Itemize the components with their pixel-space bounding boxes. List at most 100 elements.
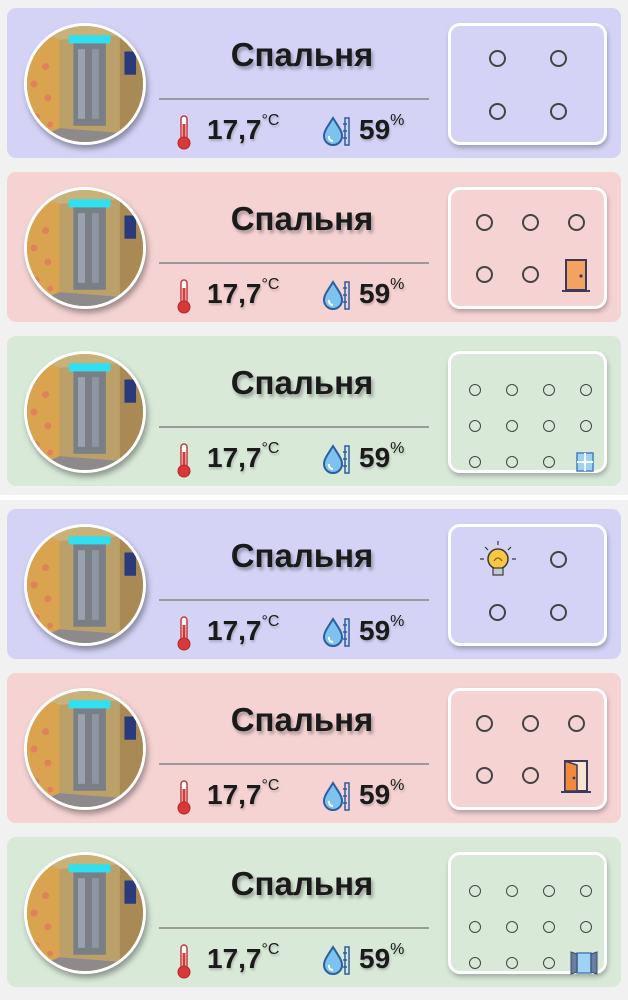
temperature-number: 17,7 [207, 779, 262, 810]
temperature-unit: °C [261, 941, 280, 958]
device-indicator[interactable] [580, 921, 592, 933]
humidity-unit: % [390, 613, 405, 630]
device-indicator[interactable] [543, 420, 555, 432]
device-panel[interactable] [448, 524, 607, 646]
temperature-unit: °C [261, 613, 280, 630]
room-title: Спальня [230, 701, 374, 738]
temperature-value: 17,7°C [207, 112, 280, 146]
room-photo [24, 524, 146, 646]
humidity-value: 59% [359, 276, 405, 310]
device-panel[interactable] [448, 23, 607, 145]
device-indicator[interactable] [543, 456, 555, 468]
device-indicator[interactable] [568, 214, 585, 231]
divider [159, 927, 429, 929]
temperature-value: 17,7°C [207, 276, 280, 310]
humidity-number: 59 [359, 779, 391, 810]
device-indicator[interactable] [476, 266, 493, 283]
room-card[interactable]: Спальня 17,7°C 59% [7, 336, 621, 486]
room-card[interactable]: Спальня 17,7°C 59% [7, 673, 621, 823]
device-indicator[interactable] [580, 384, 592, 396]
temperature-unit: °C [261, 112, 280, 129]
humidity-number: 59 [359, 615, 391, 646]
device-indicator[interactable] [469, 885, 481, 897]
device-panel[interactable] [448, 688, 607, 810]
device-panel[interactable] [448, 187, 607, 309]
humidity-unit: % [390, 440, 405, 457]
device-indicator[interactable] [543, 921, 555, 933]
temperature-number: 17,7 [207, 615, 262, 646]
thermometer-icon [175, 615, 193, 651]
temperature-value: 17,7°C [207, 941, 280, 975]
divider [159, 262, 429, 264]
room-card[interactable]: Спальня 17,7°C 59% [7, 837, 621, 987]
device-indicator[interactable] [469, 921, 481, 933]
window-open-icon[interactable] [569, 950, 599, 976]
device-indicator[interactable] [506, 420, 518, 432]
room-title: Спальня [230, 537, 374, 574]
device-indicator[interactable] [489, 103, 506, 120]
device-indicator[interactable] [506, 921, 518, 933]
device-indicator[interactable] [489, 50, 506, 67]
device-indicator[interactable] [522, 214, 539, 231]
humidity-icon [321, 615, 353, 649]
room-card[interactable]: Спальня 17,7°C 59% [7, 8, 621, 158]
device-indicator[interactable] [476, 767, 493, 784]
temperature-unit: °C [261, 777, 280, 794]
device-indicator[interactable] [469, 957, 481, 969]
device-indicator[interactable] [506, 957, 518, 969]
room-title: Спальня [230, 36, 374, 73]
humidity-value: 59% [359, 777, 404, 811]
device-indicator[interactable] [522, 767, 539, 784]
lightbulb-on-icon[interactable] [477, 539, 519, 581]
window-closed-icon[interactable] [575, 451, 595, 473]
room-title: Спальня [230, 364, 374, 401]
humidity-value: 59% [359, 112, 404, 146]
temperature-unit: °C [261, 276, 280, 293]
humidity-icon [321, 943, 353, 977]
device-indicator[interactable] [506, 384, 518, 396]
temperature-number: 17,7 [207, 278, 262, 309]
device-indicator[interactable] [543, 957, 555, 969]
door-closed-icon[interactable] [561, 258, 591, 294]
humidity-number: 59 [359, 442, 391, 473]
thermometer-icon [175, 442, 193, 478]
device-indicator[interactable] [489, 604, 506, 621]
humidity-number: 59 [359, 943, 391, 974]
device-indicator[interactable] [550, 103, 567, 120]
device-indicator[interactable] [543, 384, 555, 396]
humidity-unit: % [390, 941, 405, 958]
room-title: Спальня [230, 200, 374, 237]
device-indicator[interactable] [580, 885, 592, 897]
room-photo [24, 187, 146, 309]
device-indicator[interactable] [506, 885, 518, 897]
temperature-value: 17,7°C [207, 613, 280, 647]
device-indicator[interactable] [476, 715, 493, 732]
device-indicator[interactable] [469, 384, 481, 396]
device-indicator[interactable] [506, 456, 518, 468]
device-indicator[interactable] [550, 551, 567, 568]
device-indicator[interactable] [550, 604, 567, 621]
device-indicator[interactable] [522, 266, 539, 283]
thermometer-icon [175, 779, 193, 815]
humidity-value: 59% [359, 941, 405, 975]
device-panel[interactable] [448, 852, 607, 976]
device-panel[interactable] [448, 351, 607, 473]
thermometer-icon [175, 114, 193, 150]
thermometer-icon [175, 943, 193, 979]
device-indicator[interactable] [522, 715, 539, 732]
room-title: Спальня [230, 865, 374, 902]
device-indicator[interactable] [568, 715, 585, 732]
device-indicator[interactable] [580, 420, 592, 432]
divider [159, 98, 429, 100]
temperature-value: 17,7°C [207, 777, 280, 811]
device-indicator[interactable] [543, 885, 555, 897]
device-indicator[interactable] [469, 456, 481, 468]
device-indicator[interactable] [550, 50, 567, 67]
humidity-unit: % [390, 276, 405, 293]
device-indicator[interactable] [476, 214, 493, 231]
room-card[interactable]: Спальня 17,7°C 59% [7, 509, 621, 659]
room-card[interactable]: Спальня 17,7°C 59% [7, 172, 621, 322]
humidity-icon [321, 114, 353, 148]
device-indicator[interactable] [469, 420, 481, 432]
door-open-icon[interactable] [559, 759, 593, 795]
